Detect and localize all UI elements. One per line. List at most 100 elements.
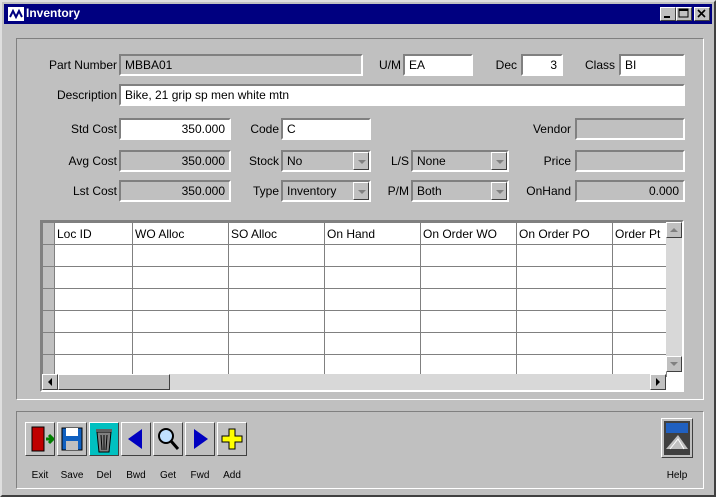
exit-button[interactable] [25,422,56,456]
code-field[interactable]: C [281,118,371,140]
description-field[interactable]: Bike, 21 grip sp men white mtn [119,84,685,106]
maximize-icon [678,8,689,18]
backward-button[interactable] [121,422,151,456]
lst-cost-field[interactable]: 350.000 [119,180,231,202]
part-number-label: Part Number [48,58,117,72]
vendor-field[interactable] [575,118,685,140]
scroll-up-button[interactable] [666,222,682,238]
pm-combo[interactable]: Both [411,180,509,202]
table-row[interactable] [42,332,667,355]
inventory-window: Inventory Part Number MBBA01 U/M EA Dec … [0,0,716,497]
toolbar: Exit Save Del Bwd Get Fwd Add Help [16,411,704,489]
column-header[interactable]: On Order WO [420,222,517,245]
std-cost-label: Std Cost [70,122,117,136]
get-button[interactable] [153,422,183,456]
delete-label: Del [96,470,112,481]
exit-label: Exit [31,470,49,481]
table-row[interactable] [42,310,667,333]
scroll-down-button[interactable] [666,356,682,372]
code-label: Code [250,122,279,136]
table-row[interactable] [42,244,667,267]
maximize-button[interactable] [676,7,692,21]
row-header-corner [42,222,55,245]
grid-header-row: Loc ID WO Alloc SO Alloc On Hand On Orde… [42,222,667,245]
column-header[interactable]: SO Alloc [228,222,325,245]
scroll-thumb[interactable] [58,374,170,390]
forward-button[interactable] [185,422,215,456]
backward-label: Bwd [126,470,146,481]
dec-field[interactable]: 3 [521,54,563,76]
avg-cost-label: Avg Cost [68,154,117,168]
price-field[interactable] [575,150,685,172]
stock-label: Stock [248,154,279,168]
save-label: Save [60,470,84,481]
window-title: Inventory [26,6,81,20]
magnifier-icon [158,428,180,450]
app-icon [8,7,24,21]
close-icon [697,9,706,18]
ls-combo[interactable]: None [411,150,509,172]
arrow-up-icon [670,228,678,232]
um-field[interactable]: EA [403,54,473,76]
chevron-down-icon[interactable] [491,182,507,200]
horizontal-scrollbar[interactable] [42,374,666,390]
floppy-disk-icon [61,427,83,451]
chevron-down-icon[interactable] [491,152,507,170]
trash-can-icon [96,429,112,453]
scroll-left-button[interactable] [42,374,58,390]
arrow-right-icon [194,429,208,449]
forward-label: Fwd [190,470,210,481]
pm-label: P/M [387,184,409,198]
scroll-right-button[interactable] [650,374,666,390]
column-header[interactable]: Order Pt [612,222,667,245]
avg-cost-field[interactable]: 350.000 [119,150,231,172]
help-button[interactable] [661,418,693,458]
vendor-label: Vendor [532,122,571,136]
pm-value: Both [417,184,442,198]
type-combo[interactable]: Inventory [281,180,371,202]
stock-combo[interactable]: No [281,150,371,172]
location-grid[interactable]: Loc ID WO Alloc SO Alloc On Hand On Orde… [40,220,684,392]
close-button[interactable] [694,7,710,21]
chevron-down-icon[interactable] [353,182,369,200]
chevron-down-icon[interactable] [353,152,369,170]
add-label: Add [223,470,241,481]
onhand-field[interactable]: 0.000 [575,180,685,202]
save-button[interactable] [57,422,87,456]
delete-button[interactable] [89,422,119,456]
column-header[interactable]: On Hand [324,222,421,245]
description-label: Description [56,88,117,102]
help-book-icon [664,421,690,455]
class-label: Class [584,58,615,72]
title-bar[interactable]: Inventory [4,4,712,24]
add-button[interactable] [217,422,247,456]
arrow-right-icon [656,378,660,386]
help-label: Help [666,470,688,481]
minimize-icon [664,16,670,18]
type-value: Inventory [287,184,337,198]
vertical-scrollbar[interactable] [666,222,682,372]
arrow-down-icon [670,362,678,366]
type-label: Type [252,184,279,198]
get-label: Get [159,470,177,481]
ls-value: None [417,154,446,168]
arrow-left-icon [48,378,52,386]
lst-cost-label: Lst Cost [72,184,117,198]
dec-label: Dec [495,58,517,72]
um-label: U/M [379,58,401,72]
grid-table: Loc ID WO Alloc SO Alloc On Hand On Orde… [42,222,667,377]
column-header[interactable]: Loc ID [54,222,133,245]
table-row[interactable] [42,288,667,311]
minimize-button[interactable] [660,7,676,21]
onhand-label: OnHand [526,184,571,198]
column-header[interactable]: WO Alloc [132,222,229,245]
price-label: Price [543,154,571,168]
stock-value: No [287,154,303,168]
column-header[interactable]: On Order PO [516,222,613,245]
table-row[interactable] [42,266,667,289]
std-cost-field[interactable]: 350.000 [119,118,231,140]
arrow-left-icon [128,429,142,449]
class-field[interactable]: BI [619,54,685,76]
part-number-field[interactable]: MBBA01 [119,54,363,76]
exit-door-icon [31,426,56,452]
